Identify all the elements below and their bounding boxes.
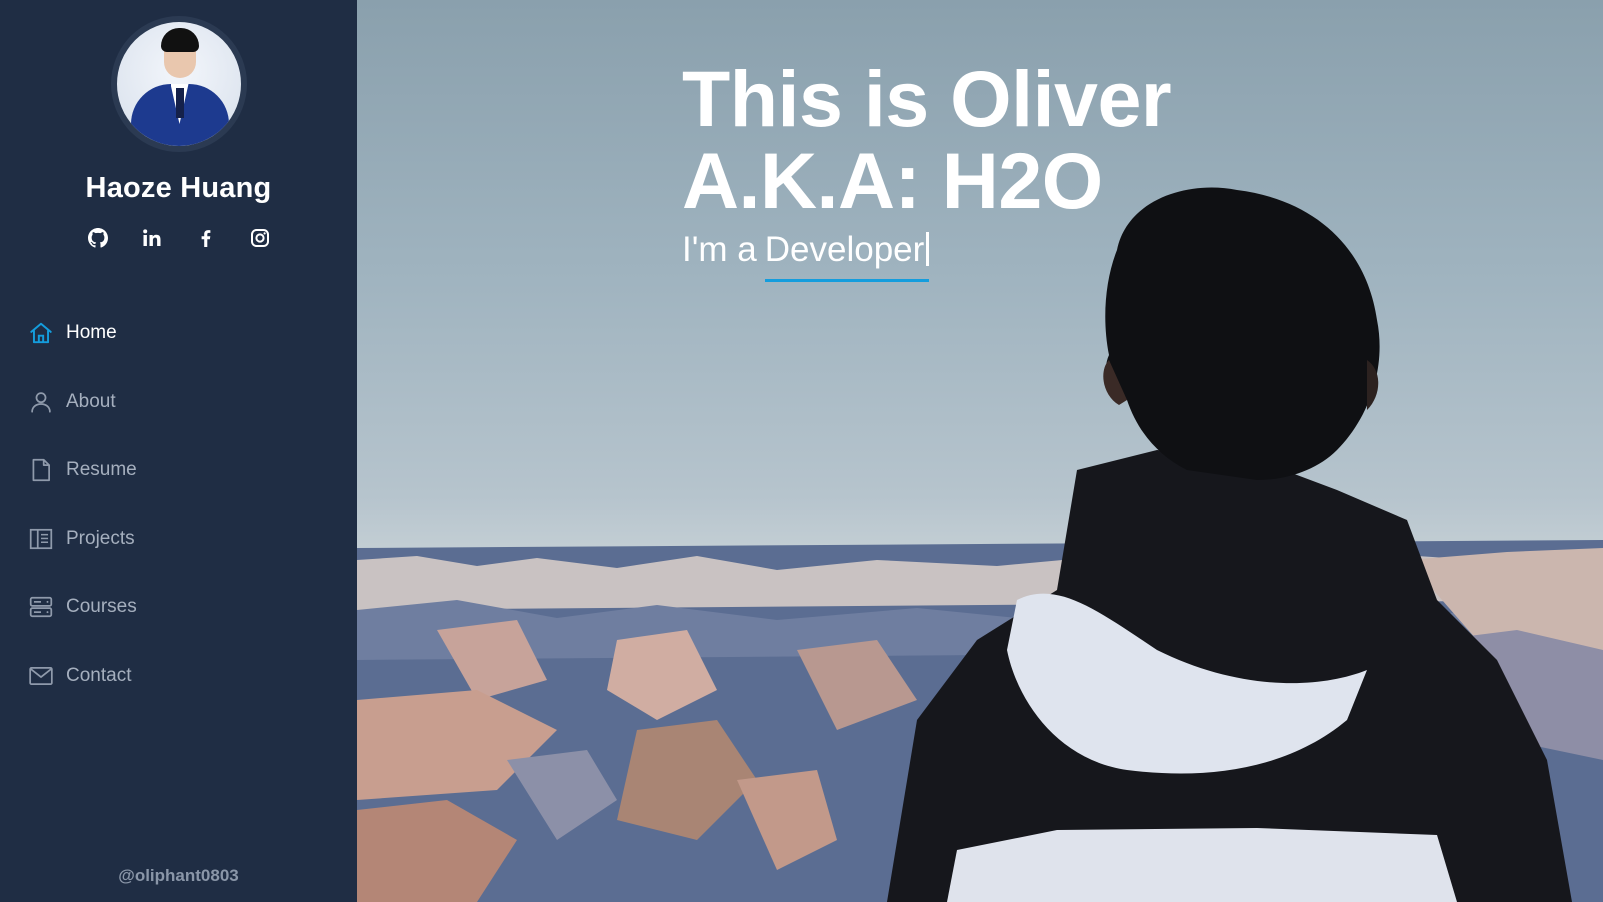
profile-name: Haoze Huang (85, 172, 272, 204)
social-links (87, 227, 271, 249)
nav-item-about[interactable]: About (28, 368, 357, 437)
typed-subtitle: I'm a Developer (682, 230, 1171, 282)
github-icon[interactable] (87, 227, 109, 249)
linkedin-icon[interactable] (141, 227, 163, 249)
nav-item-contact[interactable]: Contact (28, 642, 357, 711)
nav-label-home: Home (66, 322, 117, 344)
typed-prefix: I'm a (682, 230, 757, 269)
hero-section: This is Oliver A.K.A: H2O I'm a Developer (357, 0, 1603, 902)
hero-text: This is Oliver A.K.A: H2O I'm a Developer (682, 54, 1172, 282)
server-icon (28, 594, 54, 620)
home-icon (28, 320, 54, 346)
nav-item-home[interactable]: Home (28, 299, 357, 368)
nav-label-about: About (66, 390, 116, 412)
nav-item-courses[interactable]: Courses (28, 573, 357, 642)
book-icon (28, 526, 54, 552)
avatar (110, 16, 247, 152)
footer-handle[interactable]: @oliphant0803 (0, 866, 357, 886)
hero-title-line1: This is Oliver (682, 54, 1172, 143)
hero-title-line2: A.K.A: H2O (682, 136, 1103, 225)
instagram-icon[interactable] (249, 227, 271, 249)
nav-item-projects[interactable]: Projects (28, 505, 357, 574)
nav-label-contact: Contact (66, 664, 132, 686)
main-nav: Home About Resume Projects Courses Conta… (0, 299, 357, 710)
facebook-icon[interactable] (195, 227, 217, 249)
nav-label-projects: Projects (66, 527, 135, 549)
nav-label-courses: Courses (66, 596, 137, 618)
typed-word-text: Developer (764, 230, 925, 269)
typed-word: Developer (764, 230, 930, 282)
user-icon (28, 389, 54, 415)
nav-label-resume: Resume (66, 459, 137, 481)
sidebar: Haoze Huang Home About Resume Projects C… (0, 0, 357, 902)
envelope-icon (28, 663, 54, 689)
app-root: Haoze Huang Home About Resume Projects C… (0, 0, 1603, 902)
file-icon (28, 457, 54, 483)
profile-section: Haoze Huang (0, 0, 357, 249)
nav-item-resume[interactable]: Resume (28, 436, 357, 505)
typing-caret (926, 232, 930, 266)
